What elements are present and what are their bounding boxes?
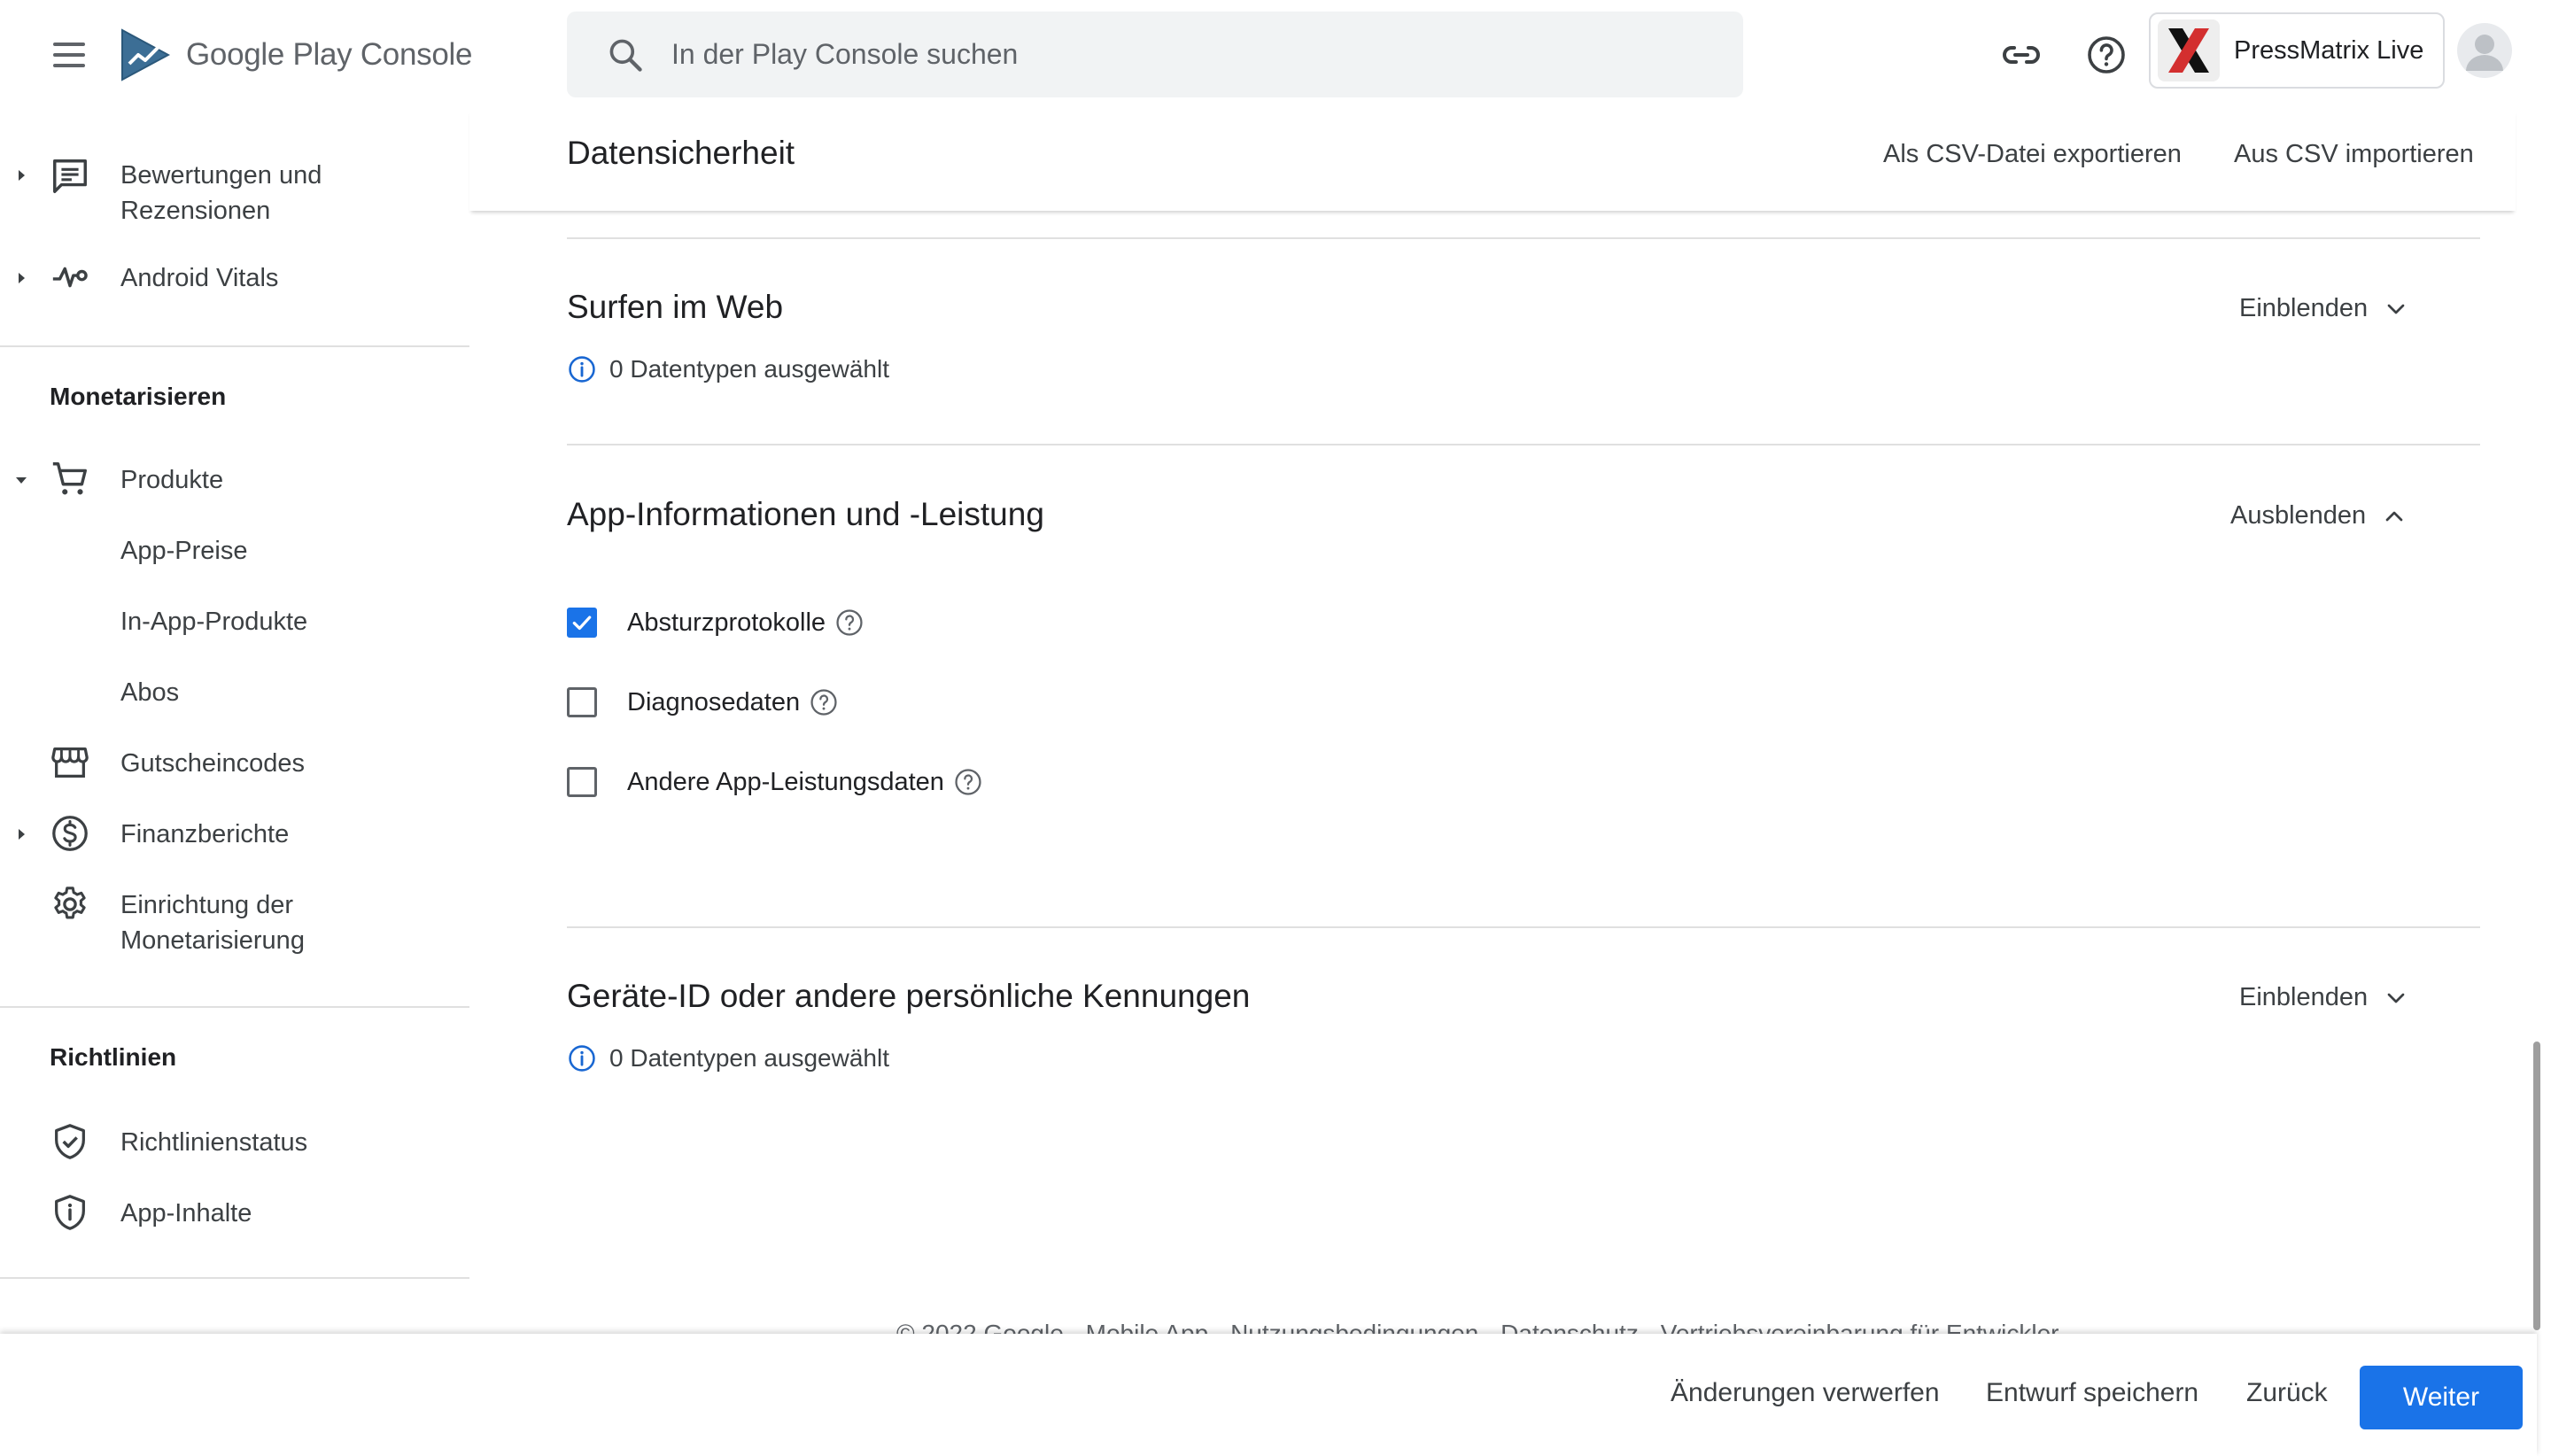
section-title-web-browsing: Surfen im Web xyxy=(567,289,784,325)
collapse-app-info-button[interactable]: Ausblenden xyxy=(2230,501,2408,531)
avatar[interactable] xyxy=(2457,23,2512,78)
crash-logs-checkbox[interactable] xyxy=(567,608,597,638)
chevron-up-icon xyxy=(2385,511,2403,521)
link-icon[interactable] xyxy=(2000,34,2043,76)
account-icon xyxy=(2466,35,2503,71)
sidebar-item-label: Bewertungen und Rezensionen xyxy=(120,161,322,225)
other-performance-checkbox[interactable] xyxy=(567,767,597,797)
caret-right-icon xyxy=(19,273,25,283)
diagnostics-checkbox[interactable] xyxy=(567,687,597,717)
sidebar-item-promo-codes[interactable]: Gutscheincodes xyxy=(0,746,469,790)
option-label: Andere App-Leistungsdaten xyxy=(627,767,944,796)
search-bar[interactable] xyxy=(567,12,1743,97)
sidebar-item-label: Einrichtung der Monetarisierung xyxy=(120,891,305,955)
sidebar-item-label: Richtlinienstatus xyxy=(120,1128,308,1157)
info-icon xyxy=(569,356,595,383)
chevron-down-icon xyxy=(2387,304,2405,314)
discard-changes-button[interactable]: Änderungen verwerfen xyxy=(1671,1378,1940,1408)
app-selector[interactable]: PressMatrix Live xyxy=(2149,12,2445,89)
sidebar-divider xyxy=(0,1006,469,1008)
web-browsing-info: 0 Datentypen ausgewählt xyxy=(567,354,889,384)
menu-icon[interactable] xyxy=(50,35,89,74)
sidebar-item-label: Gutscheincodes xyxy=(120,749,305,778)
chevron-down-icon xyxy=(2387,993,2405,1003)
toggle-label: Ausblenden xyxy=(2230,501,2367,530)
search-input[interactable] xyxy=(671,38,1690,71)
expand-device-id-button[interactable]: Einblenden xyxy=(2239,983,2410,1012)
caret-right-icon xyxy=(19,170,25,181)
section-title-device-id: Geräte-ID oder andere persönliche Kennun… xyxy=(567,978,1251,1014)
sidebar-item-financial-reports[interactable]: Finanzberichte xyxy=(0,816,469,861)
sidebar-item-subscriptions[interactable]: Abos xyxy=(120,675,179,710)
reviews-icon xyxy=(53,159,87,193)
option-other-performance-data: Andere App-Leistungsdaten xyxy=(567,767,983,797)
option-crash-logs: Absturzprotokolle xyxy=(567,608,865,638)
help-icon[interactable] xyxy=(2085,34,2128,76)
sidebar-item-products[interactable]: Produkte xyxy=(0,462,469,507)
caret-down-icon xyxy=(16,477,27,484)
cart-icon xyxy=(52,462,87,495)
section-divider xyxy=(567,926,2480,928)
export-csv-link[interactable]: Als CSV-Datei exportieren xyxy=(1883,140,2182,169)
sidebar-divider xyxy=(0,1277,469,1279)
sidebar-item-monetization-setup[interactable]: Einrichtung der Monetarisierung xyxy=(0,887,469,967)
store-icon xyxy=(51,747,89,778)
search-icon xyxy=(609,39,642,72)
sidebar-item-app-content[interactable]: App-Inhalte xyxy=(0,1195,469,1240)
toggle-label: Einblenden xyxy=(2239,294,2369,322)
sidebar-divider xyxy=(0,345,469,347)
option-label: Absturzprotokolle xyxy=(627,608,826,637)
sidebar-item-android-vitals[interactable]: Android Vitals xyxy=(0,260,469,305)
info-icon xyxy=(569,1045,595,1072)
sidebar-item-label: App-Inhalte xyxy=(120,1199,252,1228)
sidebar-item-policy-status[interactable]: Richtlinienstatus xyxy=(0,1124,469,1169)
device-id-info: 0 Datentypen ausgewählt xyxy=(567,1043,889,1073)
shield-check-icon xyxy=(55,1124,85,1159)
option-diagnostics: Diagnosedaten xyxy=(567,687,839,717)
checkmark-icon xyxy=(572,616,592,631)
section-title-app-info-performance: App-Informationen und -Leistung xyxy=(567,496,1044,532)
next-button[interactable]: Weiter xyxy=(2360,1366,2523,1429)
sidebar-item-label: Android Vitals xyxy=(120,264,279,292)
dollar-icon xyxy=(52,816,88,851)
section-divider xyxy=(567,237,2480,239)
sidebar-item-app-pricing[interactable]: App-Preise xyxy=(120,533,247,569)
caret-right-icon xyxy=(19,829,25,840)
app-name: PressMatrix Live xyxy=(2234,35,2424,65)
sidebar-section-policy: Richtlinien xyxy=(50,1043,177,1071)
expand-web-browsing-button[interactable]: Einblenden xyxy=(2239,294,2410,323)
info-text: 0 Datentypen ausgewählt xyxy=(609,1044,889,1072)
action-bar: Änderungen verwerfen Entwurf speichern Z… xyxy=(0,1334,2537,1456)
pressmatrix-logo-icon xyxy=(2168,28,2209,73)
play-console-logo[interactable]: Google Play Console xyxy=(120,27,472,83)
sidebar-item-in-app-products[interactable]: In-App-Produkte xyxy=(120,604,307,639)
app-logo xyxy=(2158,19,2220,81)
help-icon[interactable] xyxy=(834,608,865,638)
option-label: Diagnosedaten xyxy=(627,687,801,716)
sidebar: Bewertungen und Rezensionen Android Vita… xyxy=(0,110,469,1350)
section-divider xyxy=(567,444,2480,445)
logo-text-suffix: Console xyxy=(360,37,473,72)
help-icon[interactable] xyxy=(809,687,839,717)
scrollbar-thumb[interactable] xyxy=(2533,1042,2540,1330)
page-title: Datensicherheit xyxy=(567,135,795,171)
page-header: Datensicherheit Als CSV-Datei exportiere… xyxy=(469,110,2516,211)
logo-text-main: Google Play xyxy=(186,37,353,72)
toggle-label: Einblenden xyxy=(2239,983,2369,1011)
top-bar: Google Play Console PressMatrix Live xyxy=(0,0,2551,110)
gear-icon xyxy=(54,887,86,919)
info-text: 0 Datentypen ausgewählt xyxy=(609,355,889,383)
import-csv-link[interactable]: Aus CSV importieren xyxy=(2234,140,2474,169)
logo-text: Google Play Console xyxy=(186,37,472,73)
shield-info-icon xyxy=(55,1195,85,1230)
vitals-icon xyxy=(52,267,88,288)
play-console-logo-icon xyxy=(121,28,170,81)
save-draft-button[interactable]: Entwurf speichern xyxy=(1986,1378,2198,1408)
sidebar-item-label: Finanzberichte xyxy=(120,820,290,848)
back-button[interactable]: Zurück xyxy=(2246,1378,2328,1408)
sidebar-item-label: Produkte xyxy=(120,466,224,494)
sidebar-section-monetize: Monetarisieren xyxy=(50,383,227,410)
sidebar-item-reviews[interactable]: Bewertungen und Rezensionen xyxy=(0,156,469,236)
help-icon[interactable] xyxy=(953,767,983,797)
